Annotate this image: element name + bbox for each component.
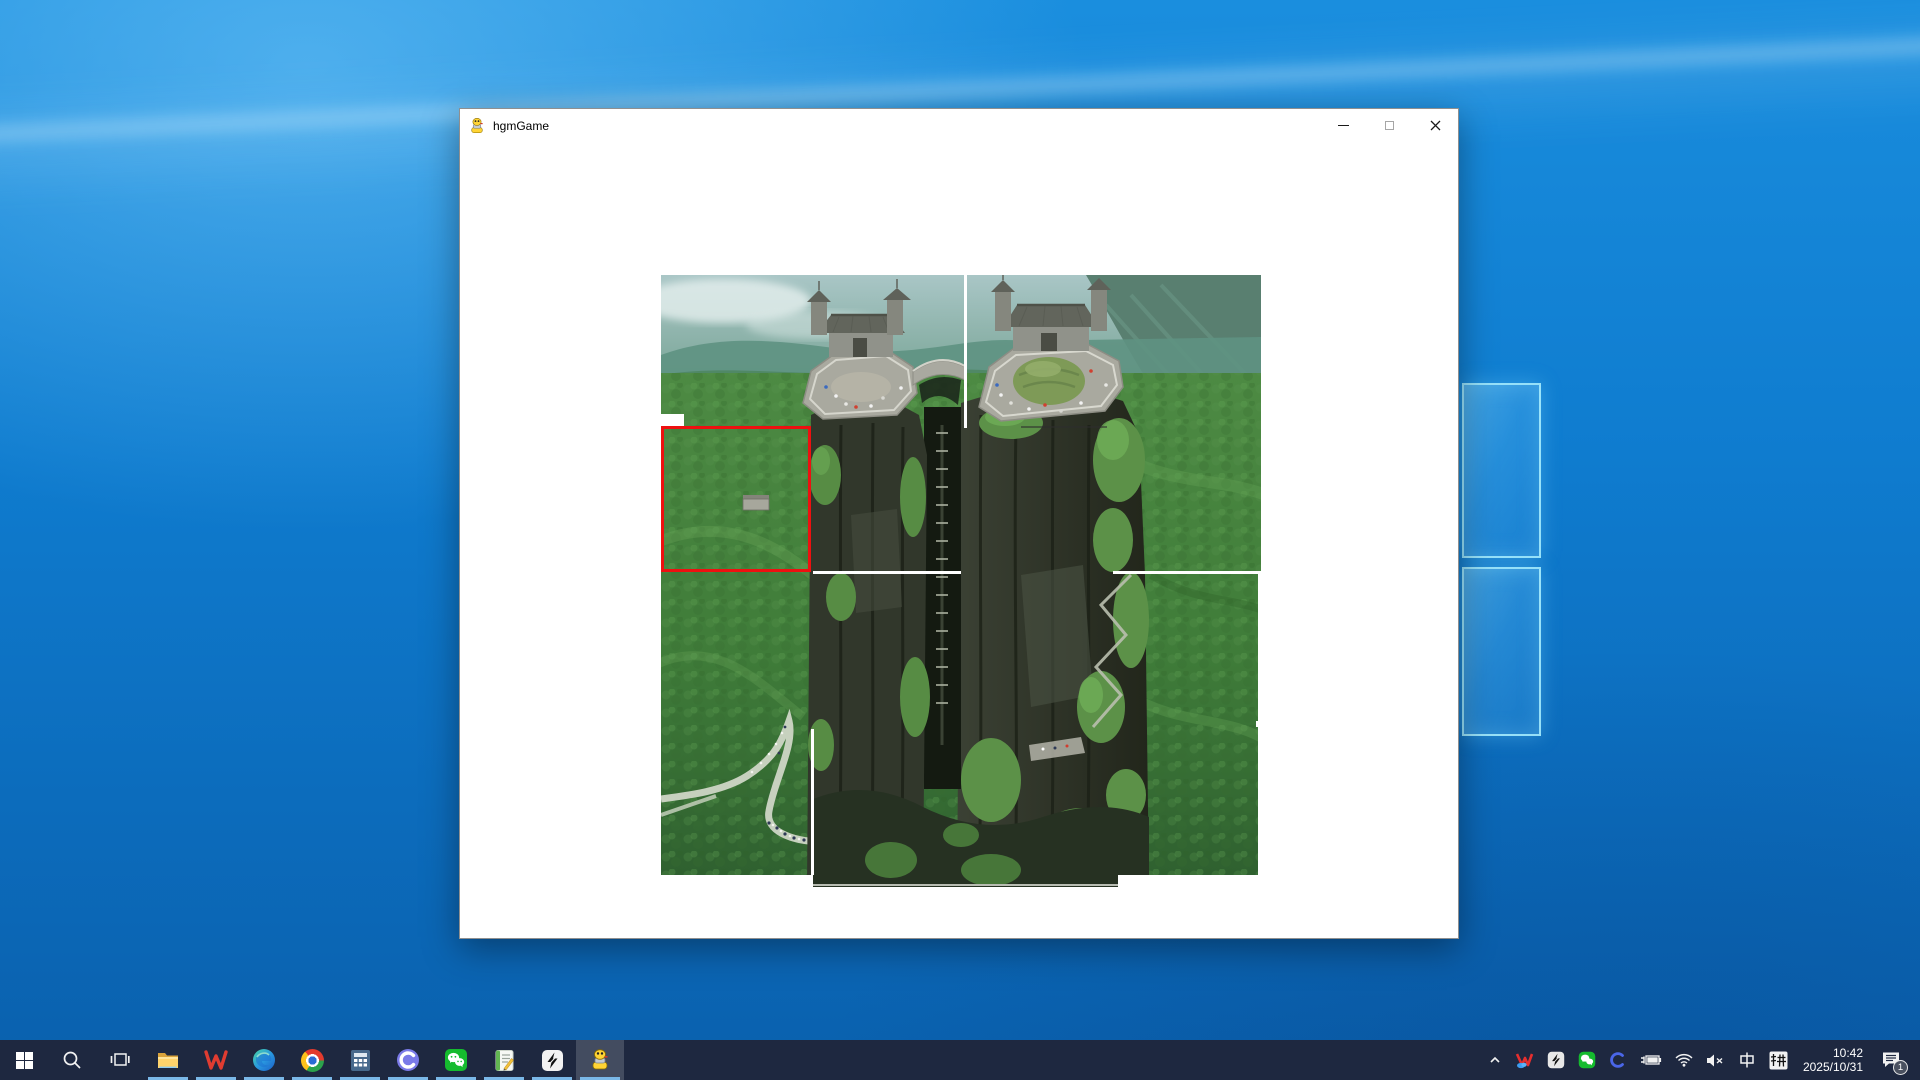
seam-white (1118, 875, 1261, 887)
minimize-icon (1338, 125, 1349, 126)
ime-zhong-glyph (1738, 1051, 1756, 1069)
lightning-app-button[interactable] (528, 1040, 576, 1080)
seam-white (661, 875, 813, 887)
notes-app-button[interactable] (480, 1040, 528, 1080)
wechat-icon (444, 1048, 468, 1072)
close-button[interactable] (1412, 109, 1458, 142)
minimize-button[interactable] (1320, 109, 1366, 142)
edge-icon (252, 1048, 276, 1072)
seam-white (811, 729, 814, 875)
tray-battery[interactable] (1638, 1040, 1664, 1080)
ime-pinyin-indicator[interactable] (1767, 1040, 1790, 1080)
wifi-icon (1675, 1053, 1693, 1067)
maximize-icon (1385, 121, 1394, 130)
c-ring-icon (1609, 1051, 1627, 1069)
seam-white (1256, 721, 1261, 727)
hidden-icons-chevron[interactable] (1486, 1040, 1504, 1080)
notes-app-icon (493, 1049, 516, 1072)
seam-dark (1021, 426, 1107, 428)
chrome-button[interactable] (288, 1040, 336, 1080)
task-view-button[interactable] (96, 1040, 144, 1080)
chrome-icon (301, 1049, 324, 1072)
tray-volume-muted[interactable] (1704, 1040, 1727, 1080)
task-view-icon (110, 1050, 130, 1070)
taskbar-apps (0, 1040, 624, 1080)
selected-tile-outline[interactable] (661, 426, 811, 572)
maximize-button[interactable] (1366, 109, 1412, 142)
lightning-app-icon (541, 1049, 564, 1072)
ime-mode-indicator[interactable] (1736, 1040, 1758, 1080)
wechat-button[interactable] (432, 1040, 480, 1080)
seam-white (964, 275, 967, 428)
window-client-area (460, 142, 1458, 938)
window-title: hgmGame (493, 119, 549, 133)
pygame-snake-icon (468, 117, 486, 135)
wallpaper-logo-pane (1462, 383, 1541, 558)
lightning-app-icon (1547, 1051, 1565, 1069)
tray-lightning-app[interactable] (1545, 1040, 1567, 1080)
system-tray: 10:42 2025/10/31 1 (1486, 1040, 1920, 1080)
taskbar-empty-area (624, 1040, 1486, 1080)
wallpaper-logo-pane (1462, 567, 1541, 736)
chevron-up-icon (1488, 1053, 1502, 1067)
screen: hgmGame (0, 0, 1920, 1080)
windows-logo-icon (16, 1052, 33, 1069)
file-explorer-button[interactable] (144, 1040, 192, 1080)
wps-office-icon (204, 1048, 228, 1072)
v-cloud-icon (1515, 1051, 1534, 1070)
search-button[interactable] (48, 1040, 96, 1080)
titlebar[interactable]: hgmGame (460, 109, 1458, 142)
close-icon (1430, 120, 1441, 131)
wechat-icon (1578, 1051, 1596, 1069)
tray-wifi[interactable] (1673, 1040, 1695, 1080)
battery-charging-icon (1640, 1053, 1662, 1067)
clock-date: 2025/10/31 (1803, 1060, 1863, 1074)
c-ring-app-icon (396, 1048, 420, 1072)
calculator-button[interactable] (336, 1040, 384, 1080)
pygame-snake-icon (588, 1048, 612, 1072)
action-center-button[interactable]: 1 (1876, 1040, 1906, 1080)
ime-pin-glyph (1769, 1051, 1788, 1070)
tray-wechat[interactable] (1576, 1040, 1598, 1080)
seam-white (1113, 571, 1261, 574)
hgm-game-window: hgmGame (459, 108, 1459, 939)
file-explorer-icon (156, 1048, 180, 1072)
volume-muted-icon (1706, 1053, 1725, 1068)
seam-white (813, 571, 961, 574)
tray-v-cloud[interactable] (1513, 1040, 1536, 1080)
puzzle-board[interactable] (661, 275, 1261, 887)
c-ring-app-button[interactable] (384, 1040, 432, 1080)
calculator-icon (349, 1049, 372, 1072)
clock-time: 10:42 (1803, 1046, 1863, 1060)
pygame-game-button[interactable] (576, 1040, 624, 1080)
tray-clock[interactable]: 10:42 2025/10/31 (1799, 1040, 1867, 1080)
notification-badge: 1 (1893, 1060, 1908, 1075)
seam-layer (661, 275, 1261, 887)
wps-office-button[interactable] (192, 1040, 240, 1080)
tray-c-ring[interactable] (1607, 1040, 1629, 1080)
start-button[interactable] (0, 1040, 48, 1080)
seam-gray (813, 884, 1118, 886)
taskbar: 10:42 2025/10/31 1 (0, 1040, 1920, 1080)
window-controls (1320, 109, 1458, 142)
edge-button[interactable] (240, 1040, 288, 1080)
search-icon (62, 1050, 82, 1070)
